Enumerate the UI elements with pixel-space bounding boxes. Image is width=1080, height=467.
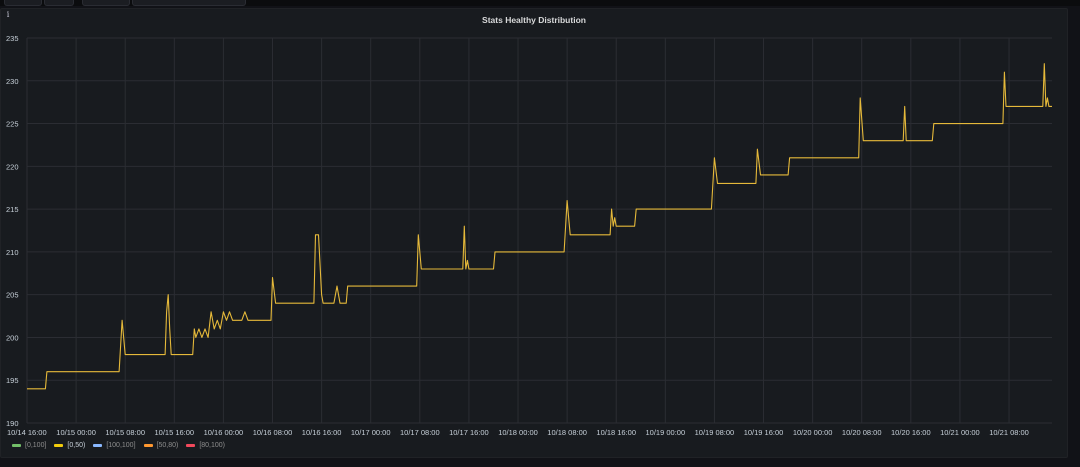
legend-item[interactable]: [0,100]	[12, 442, 46, 449]
legend-item[interactable]: [100,100]	[93, 441, 136, 449]
legend-swatch	[186, 443, 196, 447]
legend-swatch	[93, 443, 103, 447]
legend-item[interactable]: [50,80)	[143, 441, 179, 449]
y-tick-label: 225	[6, 120, 19, 129]
x-tick-label: 10/14 16:00	[7, 428, 47, 437]
x-tick-label: 10/17 16:00	[449, 428, 489, 437]
legend-label: [0,50)	[67, 441, 86, 449]
x-tick-label: 10/16 16:00	[302, 428, 342, 437]
x-tick-label: 10/17 00:00	[351, 428, 391, 437]
x-tick-label: 10/20 16:00	[891, 428, 931, 437]
x-tick-label: 10/15 00:00	[56, 428, 96, 437]
legend-swatch	[54, 443, 64, 447]
y-tick-label: 200	[6, 333, 19, 342]
series-line	[27, 63, 1052, 390]
y-tick-label: 235	[6, 34, 19, 43]
x-tick-label: 10/19 08:00	[695, 428, 735, 437]
legend-label: [0,100]	[25, 441, 47, 449]
x-tick-label: 10/20 00:00	[793, 428, 833, 437]
y-tick-label: 190	[6, 419, 19, 428]
x-tick-label: 10/18 16:00	[596, 428, 636, 437]
x-tick-label: 10/18 00:00	[498, 428, 538, 437]
x-tick-label: 10/15 16:00	[154, 428, 194, 437]
x-tick-label: 10/19 00:00	[646, 428, 686, 437]
legend-swatch	[143, 443, 153, 447]
legend-item[interactable]: [0,50)	[54, 442, 85, 449]
x-tick-label: 10/17 08:00	[400, 428, 440, 437]
x-tick-label: 10/21 08:00	[989, 428, 1029, 437]
y-tick-label: 210	[6, 248, 19, 257]
legend: [0,100] [0,50) [100,100] [50,80) [80,100)	[12, 439, 225, 451]
legend-item[interactable]: [80,100)	[186, 442, 225, 449]
legend-label: [100,100]	[106, 441, 136, 449]
y-tick-label: 195	[6, 376, 19, 385]
legend-label: [80,100)	[199, 441, 226, 449]
line-chart[interactable]: 190 195 200 205 210 215 220 225 230 235 10/14 16:0…	[0, 0, 1080, 467]
y-tick-label: 215	[6, 205, 19, 214]
y-tick-label: 230	[6, 77, 19, 86]
legend-label: [50,80)	[156, 441, 179, 449]
y-tick-label: 220	[6, 162, 19, 171]
x-tick-label: 10/16 00:00	[204, 428, 244, 437]
x-tick-label: 10/21 00:00	[940, 428, 980, 437]
x-tick-label: 10/16 08:00	[253, 428, 293, 437]
x-tick-label: 10/20 08:00	[842, 428, 882, 437]
legend-swatch	[12, 443, 21, 447]
x-tick-label: 10/18 08:00	[547, 428, 587, 437]
y-tick-label: 205	[6, 291, 19, 300]
x-tick-label: 10/15 08:00	[105, 428, 145, 437]
x-tick-label: 10/19 16:00	[744, 428, 784, 437]
